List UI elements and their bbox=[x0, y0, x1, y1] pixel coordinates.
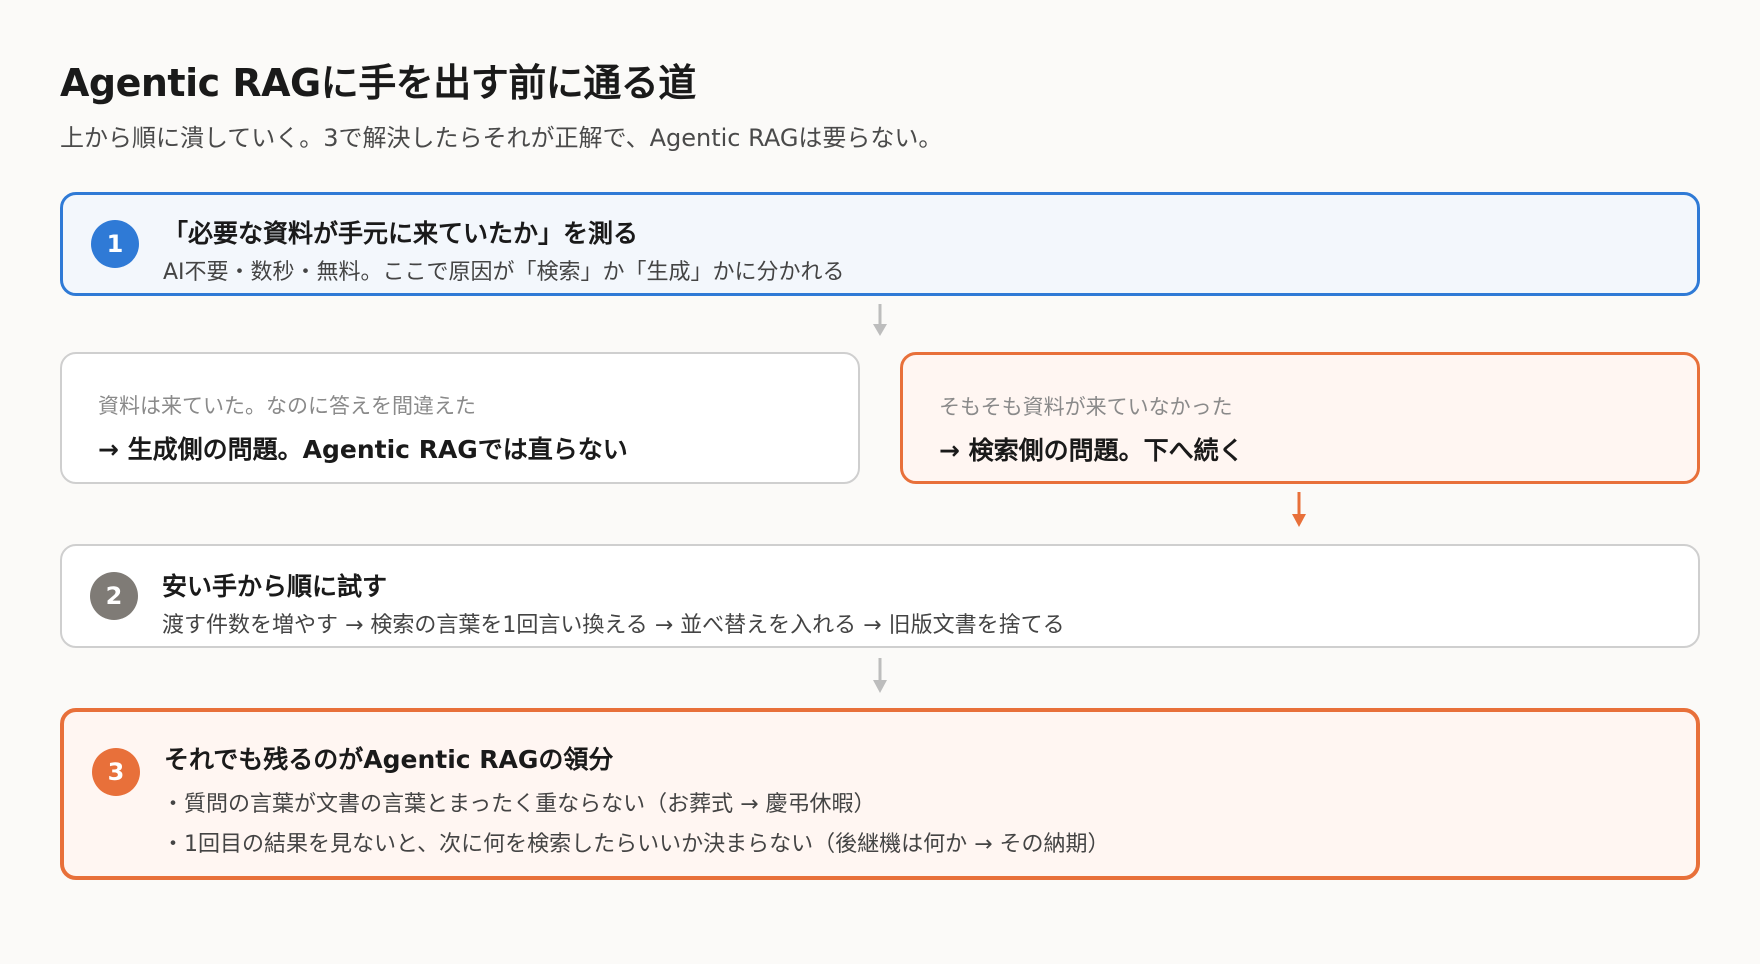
branch-not-retrieved-label: そもそも資料が来ていなかった bbox=[939, 395, 1233, 419]
arrow-down-icon bbox=[1292, 492, 1306, 527]
step-2-description: 渡す件数を増やす → 検索の言葉を1回言い換える → 並べ替えを入れる → 旧版… bbox=[162, 613, 1065, 638]
step-1-box: 1 「必要な資料が手元に来ていたか」を測る AI不要・数秒・無料。ここで原因が「… bbox=[60, 192, 1700, 296]
branch-retrieved-label: 資料は来ていた。なのに答えを間違えた bbox=[98, 394, 476, 418]
step-2-badge: 2 bbox=[90, 572, 138, 620]
step-3-box: 3 それでも残るのがAgentic RAGの領分 ・質問の言葉が文書の言葉とまっ… bbox=[60, 708, 1700, 880]
branch-retrieved-result: → 生成側の問題。Agentic RAGでは直らない bbox=[98, 435, 628, 464]
page-title: Agentic RAGに手を出す前に通る道 bbox=[60, 61, 696, 105]
step-1-title: 「必要な資料が手元に来ていたか」を測る bbox=[163, 219, 639, 248]
step-1-badge: 1 bbox=[91, 220, 139, 268]
arrow-down-icon bbox=[873, 304, 887, 336]
step-2-box: 2 安い手から順に試す 渡す件数を増やす → 検索の言葉を1回言い換える → 並… bbox=[60, 544, 1700, 648]
step-3-badge: 3 bbox=[92, 748, 140, 796]
branch-not-retrieved-result: → 検索側の問題。下へ続く bbox=[939, 436, 1244, 465]
step-3-bullet: ・1回目の結果を見ないと、次に何を検索したらいいか決まらない（後継機は何か → … bbox=[162, 832, 1110, 857]
arrow-down-icon bbox=[873, 658, 887, 693]
branch-retrieved-box: 資料は来ていた。なのに答えを間違えた → 生成側の問題。Agentic RAGで… bbox=[60, 352, 860, 484]
step-3-title: それでも残るのがAgentic RAGの領分 bbox=[164, 745, 614, 774]
step-1-description: AI不要・数秒・無料。ここで原因が「検索」か「生成」かに分かれる bbox=[163, 260, 845, 285]
branch-not-retrieved-box: そもそも資料が来ていなかった → 検索側の問題。下へ続く bbox=[900, 352, 1700, 484]
page-subtitle: 上から順に潰していく。3で解決したらそれが正解で、Agentic RAGは要らな… bbox=[60, 124, 943, 152]
step-3-bullet: ・質問の言葉が文書の言葉とまったく重ならない（お葬式 → 慶弔休暇） bbox=[162, 792, 876, 817]
step-2-title: 安い手から順に試す bbox=[162, 572, 388, 601]
